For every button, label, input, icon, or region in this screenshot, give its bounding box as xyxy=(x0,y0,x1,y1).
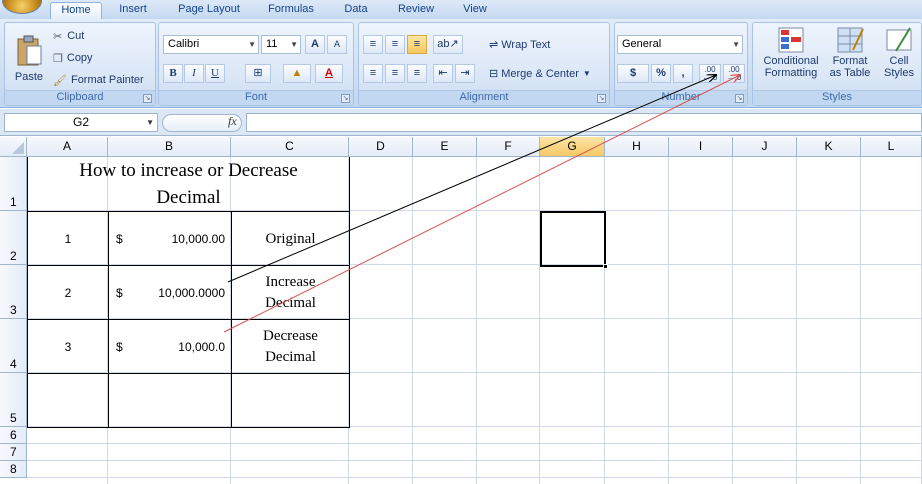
increase-arrow xyxy=(227,75,716,283)
annotation-arrows xyxy=(223,0,922,333)
decrease-arrow xyxy=(223,75,740,333)
